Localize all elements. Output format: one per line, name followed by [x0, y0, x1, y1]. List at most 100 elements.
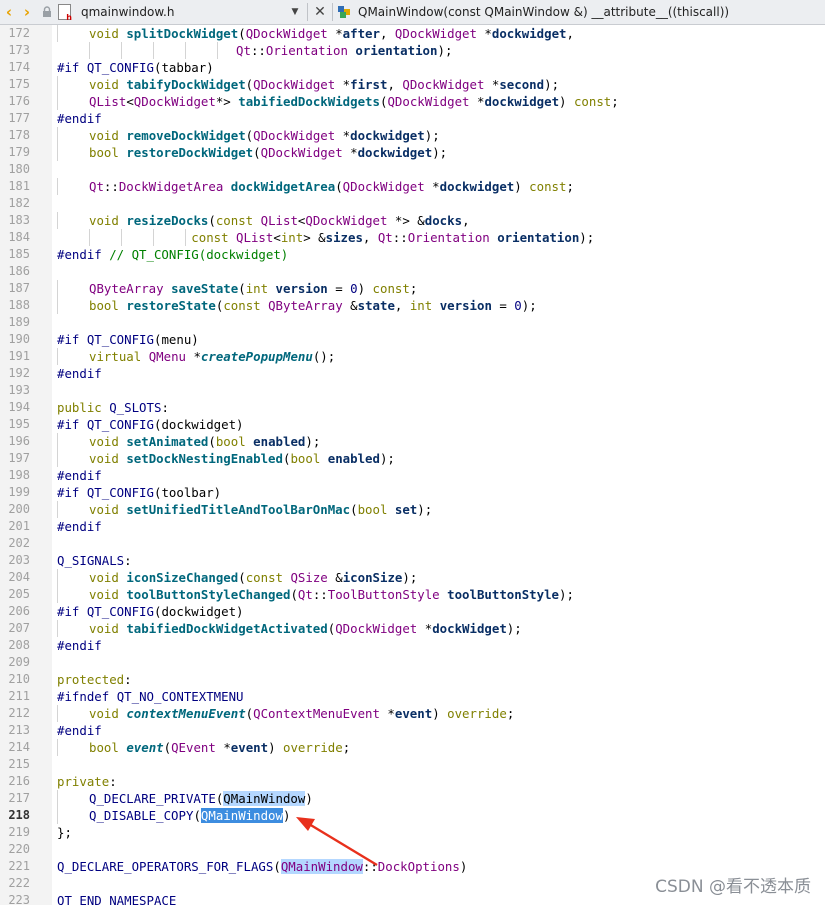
code-line[interactable]: 217 Q_DECLARE_PRIVATE(QMainWindow) — [0, 790, 825, 807]
code-line[interactable]: 214 bool event(QEvent *event) override; — [0, 739, 825, 756]
code-token: toolButtonStyle — [447, 587, 560, 602]
code-line[interactable]: 208 #endif — [0, 637, 825, 654]
code-line[interactable]: 196 void setAnimated(bool enabled); — [0, 433, 825, 450]
code-token: :: — [362, 859, 378, 874]
code-token: setDockNestingEnabled — [126, 451, 283, 466]
code-editor[interactable]: 172 void splitDockWidget(QDockWidget *aft… — [0, 25, 825, 905]
code-token: version — [439, 298, 492, 313]
code-line[interactable]: 175 void tabifyDockWidget(QDockWidget *fi… — [0, 76, 825, 93]
code-line[interactable]: 184 const QList<int> &sizes, Qt::Orienta… — [0, 229, 825, 246]
code-line[interactable]: 198 #endif — [0, 467, 825, 484]
code-token: , — [379, 26, 395, 41]
code-line[interactable]: 210 protected: — [0, 671, 825, 688]
code-token: void — [89, 621, 127, 636]
code-line[interactable]: 200 void setUnifiedTitleAndToolBarOnMac(b… — [0, 501, 825, 518]
code-line[interactable]: 181 Qt::DockWidgetArea dockWidgetArea(QDo… — [0, 178, 825, 195]
code-token: dockwidget — [350, 128, 425, 143]
code-text: bool restoreDockWidget(QDockWidget *dock… — [89, 144, 447, 161]
code-line[interactable]: 206 #if QT_CONFIG(dockwidget) — [0, 603, 825, 620]
code-token: :: — [312, 587, 328, 602]
code-token: bool — [89, 740, 127, 755]
code-token: const — [223, 298, 269, 313]
code-line[interactable]: 199 #if QT_CONFIG(toolbar) — [0, 484, 825, 501]
code-line[interactable]: 176 QList<QDockWidget*> tabifiedDockWidge… — [0, 93, 825, 110]
code-line[interactable]: 183 void resizeDocks(const QList<QDockWid… — [0, 212, 825, 229]
code-token: Q_SLOTS — [109, 400, 162, 415]
code-line[interactable]: 212 void contextMenuEvent(QContextMenuEve… — [0, 705, 825, 722]
code-token: restoreState — [126, 298, 216, 313]
code-line[interactable]: 185 #endif // QT_CONFIG(dockwidget) — [0, 246, 825, 263]
code-line[interactable]: 179 bool restoreDockWidget(QDockWidget *d… — [0, 144, 825, 161]
editor-tab-bar: ‹ › qmainwindow.h ▼ ✕ QMainWindow(const … — [0, 0, 825, 25]
code-line[interactable]: 194 public Q_SLOTS: — [0, 399, 825, 416]
code-line[interactable]: 174 #if QT_CONFIG(tabbar) — [0, 59, 825, 76]
code-line[interactable]: 215 — [0, 756, 825, 773]
code-token: ); — [506, 621, 522, 636]
code-token: * — [327, 26, 343, 41]
line-number: 222 — [8, 876, 30, 890]
code-token: ( — [273, 859, 281, 874]
forward-arrow-icon[interactable]: › — [18, 3, 36, 21]
code-token: * — [379, 706, 395, 721]
code-line[interactable]: 195 #if QT_CONFIG(dockwidget) — [0, 416, 825, 433]
file-dropdown-icon[interactable]: ▼ — [286, 7, 304, 17]
code-text: #if QT_CONFIG(menu) — [57, 331, 199, 348]
code-line[interactable]: 193 — [0, 382, 825, 399]
code-token: :: — [392, 230, 408, 245]
code-line[interactable]: 216 private: — [0, 773, 825, 790]
code-line[interactable]: 180 — [0, 161, 825, 178]
line-number: 197 — [8, 451, 30, 465]
code-line[interactable]: 178 void removeDockWidget(QDockWidget *do… — [0, 127, 825, 144]
code-token: ; — [342, 740, 351, 755]
code-line[interactable]: 218 Q_DISABLE_COPY(QMainWindow) — [0, 807, 825, 824]
code-text: #endif — [57, 110, 102, 127]
code-line[interactable]: 191 virtual QMenu *createPopupMenu(); — [0, 348, 825, 365]
code-line[interactable]: 211 #ifndef QT_NO_CONTEXTMENU — [0, 688, 825, 705]
code-token: QContextMenuEvent — [253, 706, 380, 721]
back-arrow-icon[interactable]: ‹ — [0, 3, 18, 21]
code-token: : — [109, 774, 117, 789]
code-line[interactable]: 205 void toolButtonStyleChanged(Qt::ToolB… — [0, 586, 825, 603]
code-line[interactable]: 213 #endif — [0, 722, 825, 739]
indent-guide — [57, 127, 58, 144]
line-number: 220 — [8, 842, 30, 856]
close-icon[interactable]: ✕ — [311, 4, 329, 20]
code-line[interactable]: 182 — [0, 195, 825, 212]
code-line[interactable]: 203 Q_SIGNALS: — [0, 552, 825, 569]
code-token: override — [283, 740, 343, 755]
code-token: ); — [432, 145, 448, 160]
code-line[interactable]: 189 — [0, 314, 825, 331]
code-token: * — [186, 349, 201, 364]
code-line[interactable]: 202 — [0, 535, 825, 552]
current-symbol-selector[interactable]: QMainWindow(const QMainWindow &) __attri… — [358, 5, 729, 19]
code-line[interactable]: 197 void setDockNestingEnabled(bool enabl… — [0, 450, 825, 467]
code-token: * — [342, 145, 358, 160]
indent-guide — [57, 433, 58, 450]
indent-guide — [57, 212, 58, 229]
code-line[interactable]: 209 — [0, 654, 825, 671]
code-token: iconSize — [342, 570, 403, 585]
code-token: // QT_CONFIG(dockwidget) — [109, 247, 289, 262]
code-text: void setUnifiedTitleAndToolBarOnMac(bool… — [89, 501, 432, 518]
code-line[interactable]: 190 #if QT_CONFIG(menu) — [0, 331, 825, 348]
code-text: bool restoreState(const QByteArray &stat… — [89, 297, 537, 314]
code-line[interactable]: 220 — [0, 841, 825, 858]
symbol-icon — [338, 5, 354, 19]
line-number: 178 — [8, 128, 30, 142]
code-line[interactable]: 188 bool restoreState(const QByteArray &s… — [0, 297, 825, 314]
code-line[interactable]: 187 QByteArray saveState(int version = 0)… — [0, 280, 825, 297]
lock-icon[interactable] — [36, 4, 58, 20]
code-token: enabled — [253, 434, 306, 449]
code-line[interactable]: 173 Qt::Orientation orientation); — [0, 42, 825, 59]
code-line[interactable]: 177 #endif — [0, 110, 825, 127]
line-number: 198 — [8, 468, 30, 482]
open-file-name[interactable]: qmainwindow.h — [81, 5, 286, 19]
code-line[interactable]: 219}; — [0, 824, 825, 841]
code-line[interactable]: 201 #endif — [0, 518, 825, 535]
code-line[interactable]: 186 — [0, 263, 825, 280]
code-line[interactable]: 172 void splitDockWidget(QDockWidget *aft… — [0, 25, 825, 42]
code-line[interactable]: 207 void tabifiedDockWidgetActivated(QDoc… — [0, 620, 825, 637]
code-line[interactable]: 204 void iconSizeChanged(const QSize &ico… — [0, 569, 825, 586]
code-line[interactable]: 192 #endif — [0, 365, 825, 382]
